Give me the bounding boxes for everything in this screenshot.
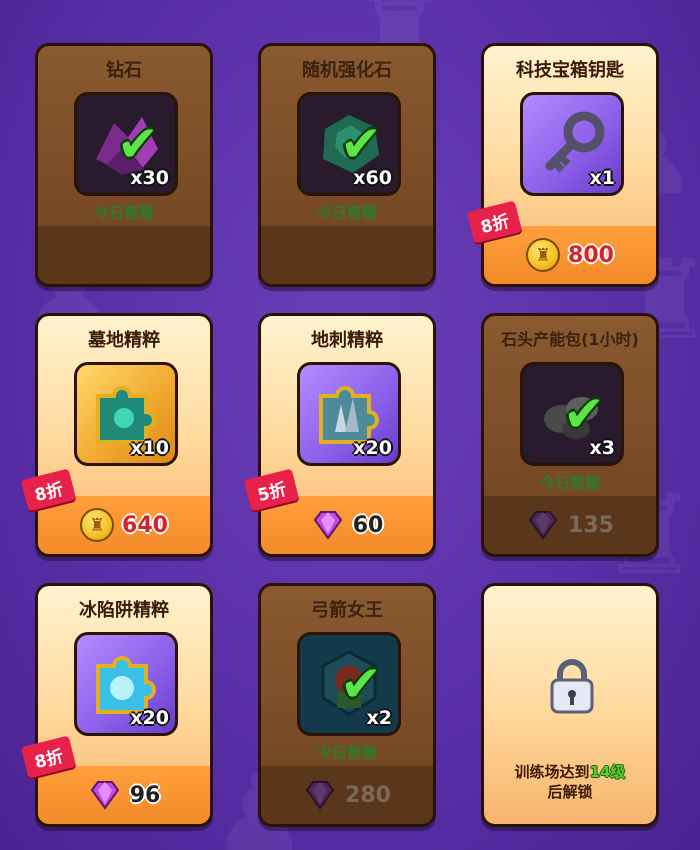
item-quantity: x20 <box>130 707 169 729</box>
padlock-icon <box>546 656 598 716</box>
shop-card-graveyard-essence[interactable]: 墓地精粹 x10 ♜ 640 <box>35 313 213 557</box>
checkmark-icon: ✔ <box>340 655 382 713</box>
coin-icon: ♜ <box>526 238 561 272</box>
unlock-prefix: 训练场达到 <box>514 763 590 781</box>
shop-card-locked[interactable]: 训练场达到14级 后解锁 <box>481 583 659 827</box>
item-quantity: x30 <box>130 167 169 189</box>
item-icon-box: x20 <box>74 632 178 736</box>
item-quantity: x60 <box>353 167 392 189</box>
price-bar[interactable]: ♜ 640 <box>38 496 210 554</box>
card-title: 随机强化石 <box>302 60 392 81</box>
item-icon-box: ✔ x2 <box>297 632 401 736</box>
item-icon-box: x20 <box>297 362 401 466</box>
sold-out-label: 今日售罄 <box>539 474 600 492</box>
price-value: 96 <box>129 782 161 808</box>
item-icon-box: ✔ x30 <box>74 92 178 196</box>
card-title: 科技宝箱钥匙 <box>516 60 624 81</box>
item-quantity: x3 <box>589 437 615 459</box>
price-value: 280 <box>345 782 391 808</box>
sold-out-label: 今日售罄 <box>316 204 377 222</box>
card-title: 弓箭女王 <box>311 600 383 621</box>
item-icon-box: ✔ x60 <box>297 92 401 196</box>
item-icon-box: x1 <box>520 92 624 196</box>
unlock-suffix: 后解锁 <box>547 783 593 801</box>
unlock-requirement-text: 训练场达到14级 后解锁 <box>484 762 656 802</box>
price-value: 60 <box>352 512 384 538</box>
gem-icon <box>528 511 558 540</box>
item-quantity: x10 <box>130 437 169 459</box>
price-bar: 135 <box>484 496 656 554</box>
shop-card-spike-essence[interactable]: 地刺精粹 x20 60 <box>258 313 436 557</box>
gem-icon <box>90 781 119 810</box>
checkmark-icon: ✔ <box>340 115 382 173</box>
card-title: 冰陷阱精粹 <box>79 600 169 621</box>
price-bar[interactable]: 60 <box>261 496 433 554</box>
price-value: 800 <box>568 242 614 268</box>
shop-card-stone-pack[interactable]: 石头产能包(1小时) ✔ x3 今日售罄 135 <box>481 313 659 557</box>
item-quantity: x1 <box>589 167 615 189</box>
price-bar[interactable]: 96 <box>38 766 210 824</box>
price-bar <box>38 226 210 284</box>
gem-icon <box>313 511 342 540</box>
sold-out-label: 今日售罄 <box>93 204 154 222</box>
unlock-level: 14级 <box>589 763 626 781</box>
card-title: 钻石 <box>106 60 142 81</box>
price-value: 640 <box>122 512 168 538</box>
checkmark-icon: ✔ <box>563 385 605 443</box>
item-icon-box: x10 <box>74 362 178 466</box>
item-quantity: x20 <box>353 437 392 459</box>
sold-out-label: 今日售罄 <box>316 744 377 762</box>
shop-card-archer-queen[interactable]: 弓箭女王 ✔ x2 今日售罄 280 <box>258 583 436 827</box>
item-icon-box: ✔ x3 <box>520 362 624 466</box>
shop-card-enhance-stone[interactable]: 随机强化石 ✔ x60 今日售罄 <box>258 43 436 287</box>
shop-card-tech-chest-key[interactable]: 科技宝箱钥匙 x1 ♜ 800 <box>481 43 659 287</box>
shop-card-diamonds[interactable]: 钻石 ✔ x30 今日售罄 <box>35 43 213 287</box>
price-value: 135 <box>568 512 614 538</box>
price-bar: 280 <box>261 766 433 824</box>
price-bar[interactable]: ♜ 800 <box>484 226 656 284</box>
gem-icon <box>305 781 335 810</box>
shop-card-ice-trap-essence[interactable]: 冰陷阱精粹 x20 96 <box>35 583 213 827</box>
card-title: 石头产能包(1小时) <box>501 330 639 349</box>
card-title: 地刺精粹 <box>311 330 383 351</box>
price-bar <box>261 226 433 284</box>
item-quantity: x2 <box>366 707 392 729</box>
card-title: 墓地精粹 <box>88 330 160 351</box>
coin-icon: ♜ <box>80 508 115 542</box>
checkmark-icon: ✔ <box>117 115 159 173</box>
